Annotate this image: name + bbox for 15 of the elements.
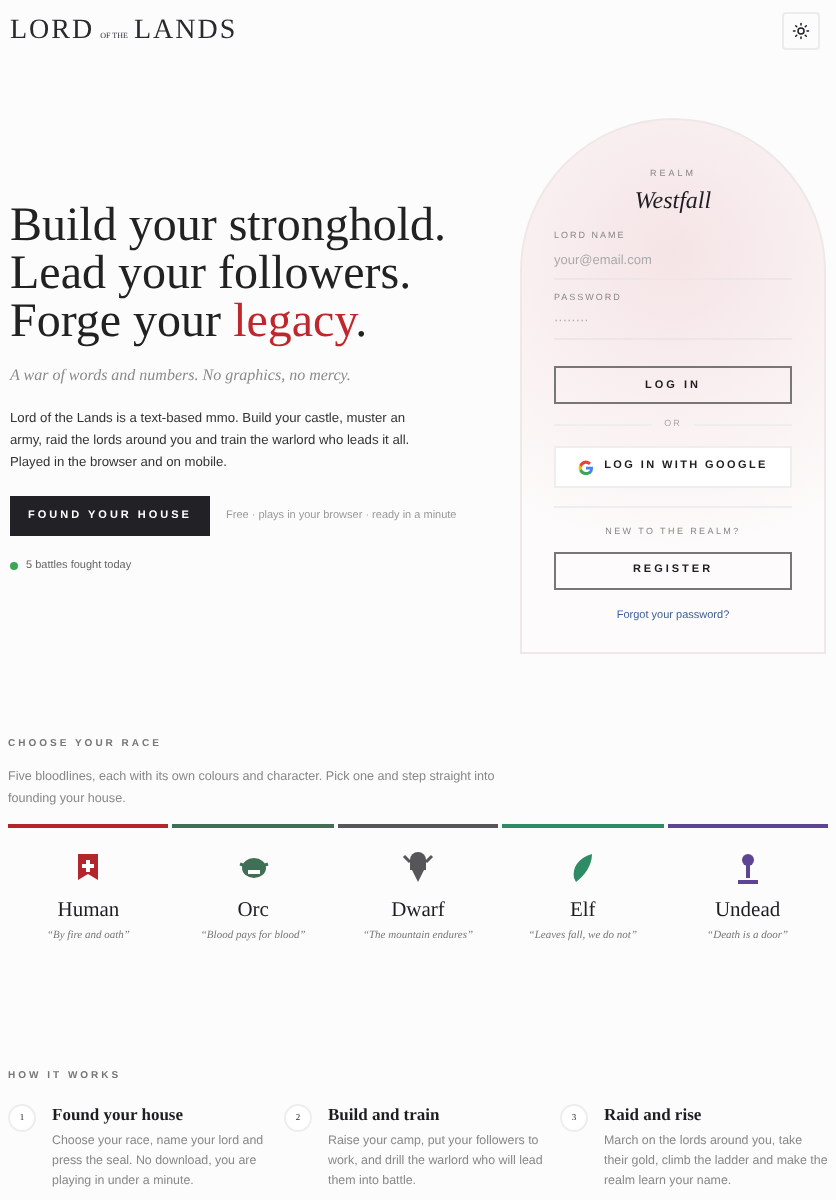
helmet-icon <box>401 851 434 883</box>
step-title: Build and train <box>328 1102 442 1128</box>
realm-name: Westfall <box>634 183 712 218</box>
hero-title: Build your stronghold. Lead your followers. Forge your legacy. <box>10 202 449 346</box>
step-title: Raid and rise <box>604 1102 704 1128</box>
race-name: Orc <box>237 897 269 925</box>
race-name: Undead <box>714 897 781 925</box>
tagline: A war of words and numbers. No graphics, no mercy. <box>10 364 353 388</box>
race-name: Human <box>57 897 120 925</box>
step-title: Found your house <box>52 1102 186 1128</box>
race-name: Dwarf <box>391 897 445 925</box>
google-icon <box>578 459 595 475</box>
theme-toggle-button[interactable] <box>782 12 820 50</box>
sun-icon <box>792 22 810 40</box>
race-name: Elf <box>569 897 596 925</box>
